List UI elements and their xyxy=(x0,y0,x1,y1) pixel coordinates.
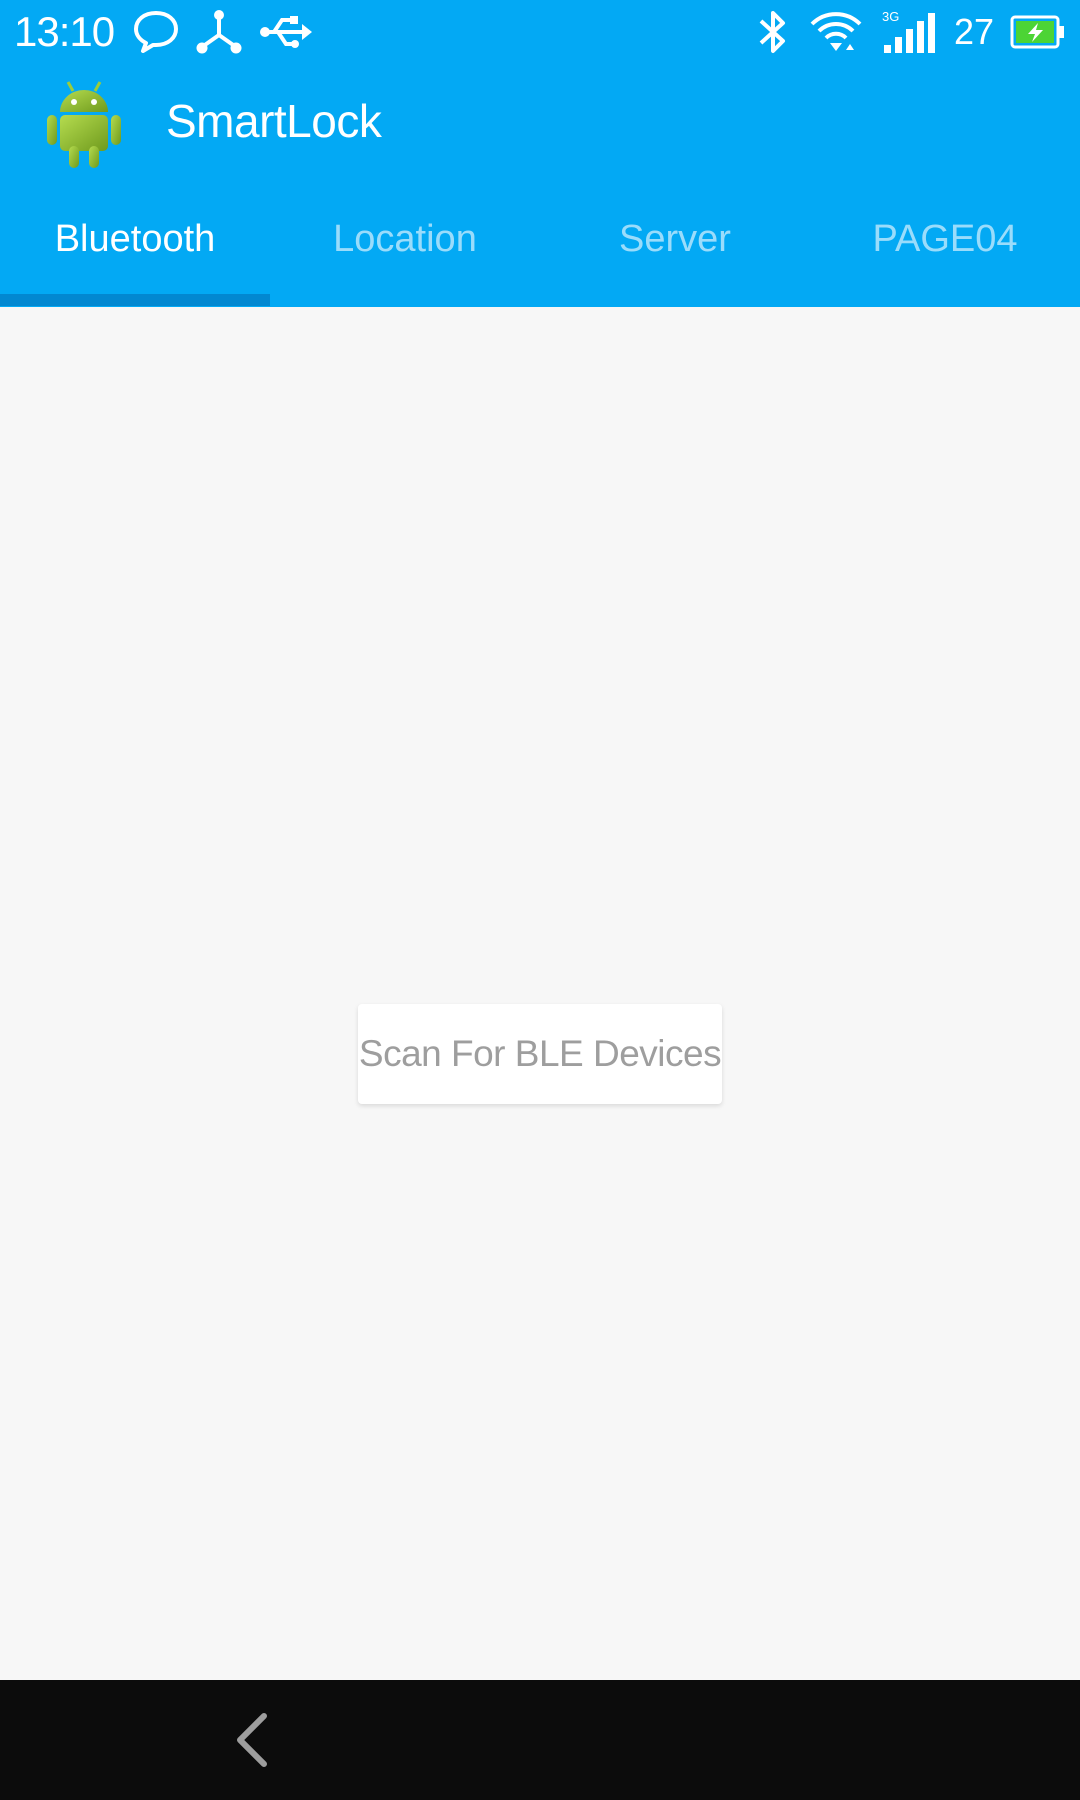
status-bar-left: 13:10 xyxy=(14,6,328,58)
status-bar: 13:10 3G 27 xyxy=(0,0,1080,64)
signal-icon: 3G xyxy=(882,9,936,55)
scan-ble-devices-button[interactable]: Scan For BLE Devices xyxy=(358,1004,722,1104)
app-title: SmartLock xyxy=(166,95,382,147)
tab-bar: Bluetooth Location Server PAGE04 xyxy=(0,184,1080,307)
tab-bluetooth[interactable]: Bluetooth xyxy=(0,184,270,307)
battery-charging-icon xyxy=(1010,15,1066,49)
tab-location[interactable]: Location xyxy=(270,184,540,307)
wifi-icon xyxy=(810,10,862,54)
app-bar: SmartLock xyxy=(0,64,1080,184)
bluetooth-icon xyxy=(756,9,790,55)
back-chevron-icon[interactable] xyxy=(222,1710,282,1770)
main-content: Scan For BLE Devices xyxy=(0,307,1080,1680)
navigation-bar xyxy=(0,1680,1080,1800)
battery-level-text: 27 xyxy=(953,11,994,52)
chat-bubble-icon xyxy=(132,8,180,56)
app-header: 13:10 3G 27 SmartLock Bluetooth Location… xyxy=(0,0,1080,307)
status-bar-right: 3G 27 xyxy=(736,6,1066,58)
tab-page04[interactable]: PAGE04 xyxy=(810,184,1080,307)
android-robot-icon xyxy=(44,78,124,170)
tab-server[interactable]: Server xyxy=(540,184,810,307)
usb-icon xyxy=(258,8,314,56)
tab-active-indicator xyxy=(0,294,270,306)
network-type-label: 3G xyxy=(882,9,899,24)
status-time: 13:10 xyxy=(14,8,115,55)
share-hub-icon xyxy=(194,7,244,57)
